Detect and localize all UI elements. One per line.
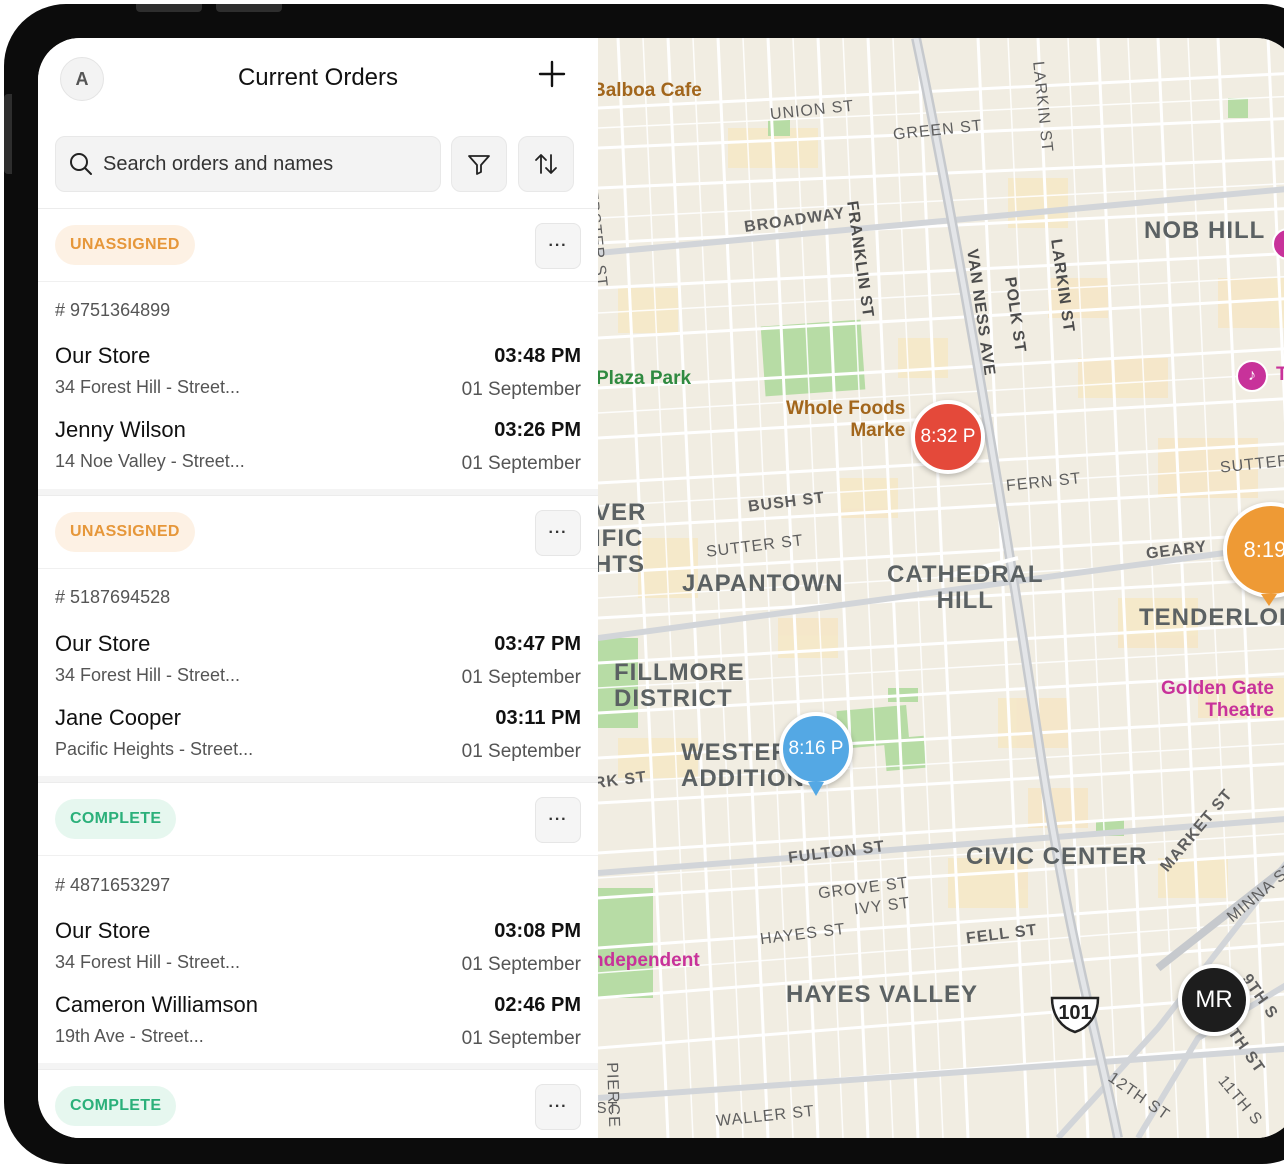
order-number: # 5187694528 <box>55 587 171 607</box>
street-label: PIERCE <box>603 1062 623 1129</box>
more-options-button[interactable]: ··· <box>535 510 581 556</box>
hardware-button <box>216 4 282 12</box>
sort-icon <box>535 154 557 174</box>
neighborhood-label: CIVIC CENTER <box>966 843 1148 870</box>
neighborhood-label: NOB HILL <box>1144 217 1266 244</box>
street-label: ST <box>598 1100 619 1117</box>
delivery-pin[interactable]: 8:16 P <box>779 712 853 786</box>
screen: A Current Orders Search orders and names <box>38 38 1284 1138</box>
order-number: # 9751364899 <box>55 300 171 320</box>
pickup-name: Our Store <box>55 631 151 656</box>
poi-label: Balboa Cafe <box>598 80 702 101</box>
dropoff-name: Cameron Williamson <box>55 992 258 1017</box>
pickup-date: 01 September <box>461 667 581 688</box>
delivery-pin[interactable]: 8:32 P <box>911 400 985 474</box>
poi-label: Golden Gate Theatre <box>1161 678 1274 721</box>
pickup-time: 03:08 PM <box>494 920 581 942</box>
more-options-button[interactable]: ··· <box>535 1084 581 1130</box>
pickup-address: 34 Forest Hill - Street... <box>55 377 241 397</box>
dropoff-name: Jane Cooper <box>55 705 181 730</box>
pickup-address: 34 Forest Hill - Street... <box>55 952 241 972</box>
hardware-button <box>136 4 202 12</box>
status-badge: COMPLETE <box>55 1086 177 1126</box>
pickup-row[interactable]: Our Store 34 Forest Hill - Street... 03:… <box>55 631 581 697</box>
neighborhood-label: TENDERLOIN <box>1139 604 1284 631</box>
dropoff-date: 01 September <box>461 453 581 474</box>
order-group-header: UNASSIGNED ··· <box>38 495 598 569</box>
more-options-button[interactable]: ··· <box>535 223 581 269</box>
poi-label: ndependent <box>598 950 700 971</box>
sort-button[interactable] <box>518 136 574 192</box>
driver-marker[interactable]: MR <box>1178 964 1250 1036</box>
order-group-header: COMPLETE ··· <box>38 782 598 856</box>
pickup-name: Our Store <box>55 918 151 943</box>
dropoff-date: 01 September <box>461 1028 581 1049</box>
order-group-header: COMPLETE ··· <box>38 1069 598 1138</box>
pickup-date: 01 September <box>461 379 581 400</box>
dropoff-date: 01 September <box>461 741 581 762</box>
search-icon <box>70 153 92 175</box>
pickup-time: 03:47 PM <box>494 633 581 655</box>
dropoff-address: Pacific Heights - Street... <box>55 739 254 759</box>
search-placeholder: Search orders and names <box>103 153 334 175</box>
pin-tail <box>1261 594 1277 606</box>
dropoff-time: 02:46 PM <box>494 994 581 1016</box>
orders-panel: A Current Orders Search orders and names <box>38 38 598 1138</box>
highway-number: 101 <box>1058 1002 1092 1024</box>
pin-tail <box>808 782 824 796</box>
order-number: # 4871653297 <box>55 875 171 895</box>
dropoff-name: Jenny Wilson <box>55 417 186 442</box>
header: A Current Orders <box>38 38 598 122</box>
pickup-row[interactable]: Our Store 34 Forest Hill - Street... 03:… <box>55 343 581 409</box>
dropoff-row[interactable]: Cameron Williamson 19th Ave - Street... … <box>55 992 581 1058</box>
tablet-frame: A Current Orders Search orders and names <box>4 4 1284 1164</box>
dropoff-time: 03:11 PM <box>495 707 581 729</box>
highway-shield-icon: 101 <box>1048 994 1102 1034</box>
order-group-header: UNASSIGNED ··· <box>38 208 598 282</box>
neighborhood-label: HAYES VALLEY <box>786 981 979 1008</box>
status-badge: UNASSIGNED <box>55 512 195 552</box>
neighborhood-label: VER IFIC HTS <box>598 499 647 578</box>
pickup-time: 03:48 PM <box>494 345 581 367</box>
status-badge: COMPLETE <box>55 799 177 839</box>
pickup-name: Our Store <box>55 343 151 368</box>
poi-label: Plaza Park <box>598 368 692 389</box>
hardware-button <box>4 94 12 174</box>
page-title: Current Orders <box>237 64 399 91</box>
map-view[interactable]: Balboa Cafe Plaza Park Whole Foods Marke… <box>598 38 1284 1138</box>
status-badge: UNASSIGNED <box>55 225 195 265</box>
dropoff-address: 19th Ave - Street... <box>55 1026 204 1046</box>
neighborhood-label: CATHEDRAL HILL <box>887 561 1044 614</box>
add-order-button[interactable] <box>536 58 568 90</box>
more-options-button[interactable]: ··· <box>535 797 581 843</box>
neighborhood-label: FILLMORE DISTRICT <box>614 659 745 712</box>
dropoff-address: 14 Noe Valley - Street... <box>55 451 245 471</box>
filter-icon <box>468 155 490 175</box>
dropoff-time: 03:26 PM <box>494 419 581 441</box>
poi-label: Whole Foods Marke <box>786 398 906 441</box>
search-input[interactable]: Search orders and names <box>55 136 441 192</box>
pickup-address: 34 Forest Hill - Street... <box>55 665 241 685</box>
filter-button[interactable] <box>451 136 507 192</box>
neighborhood-label: JAPANTOWN <box>682 570 844 597</box>
music-icon: ♪ <box>1236 360 1268 392</box>
poi-label: T <box>1276 364 1284 385</box>
dropoff-row[interactable]: Jenny Wilson 14 Noe Valley - Street... 0… <box>55 417 581 483</box>
pickup-date: 01 September <box>461 954 581 975</box>
pickup-row[interactable]: Our Store 34 Forest Hill - Street... 03:… <box>55 918 581 984</box>
dropoff-row[interactable]: Jane Cooper Pacific Heights - Street... … <box>55 705 581 771</box>
